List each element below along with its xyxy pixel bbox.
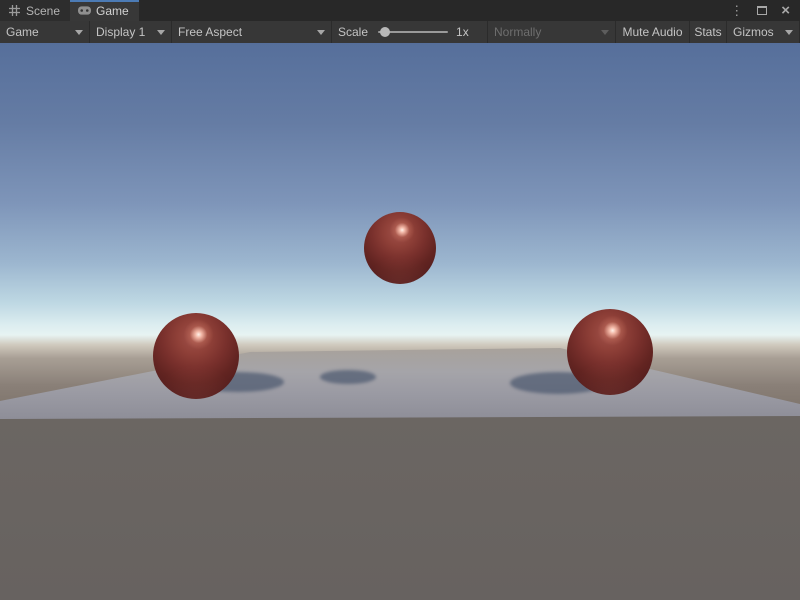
tab-scene-label: Scene: [26, 4, 60, 18]
chevron-down-icon: [317, 30, 325, 35]
tab-bar: Scene Game ⋮ ×: [0, 0, 800, 21]
tab-game-label: Game: [96, 4, 129, 18]
tab-game[interactable]: Game: [70, 0, 139, 21]
gamepad-icon: [78, 5, 91, 17]
right-sphere: [567, 309, 653, 395]
window-controls: ⋮ ×: [730, 0, 800, 21]
gizmos-dropdown[interactable]: Gizmos: [727, 21, 800, 43]
kebab-menu-icon[interactable]: ⋮: [730, 4, 743, 17]
foreground-ground: [0, 415, 800, 600]
chevron-down-icon: [601, 30, 609, 35]
mute-audio-button[interactable]: Mute Audio: [616, 21, 690, 43]
chevron-down-icon: [157, 30, 165, 35]
game-view-toolbar: Game Display 1 Free Aspect Scale 1x Norm…: [0, 21, 800, 43]
chevron-down-icon: [75, 30, 83, 35]
close-icon[interactable]: ×: [781, 3, 790, 18]
grid-icon: [8, 5, 21, 17]
scale-control: Scale 1x: [332, 21, 488, 43]
game-dropdown[interactable]: Game: [0, 21, 90, 43]
center-sphere-shadow: [320, 370, 376, 384]
center-sphere: [364, 212, 436, 284]
stats-label: Stats: [694, 25, 721, 39]
gizmos-dropdown-label: Gizmos: [733, 25, 779, 39]
maximize-icon[interactable]: [757, 6, 767, 15]
scale-slider[interactable]: [378, 31, 448, 33]
left-sphere: [153, 313, 239, 399]
scale-slider-knob[interactable]: [380, 27, 390, 37]
display-dropdown[interactable]: Display 1: [90, 21, 172, 43]
tabbar-spacer: [139, 0, 731, 21]
scale-label: Scale: [338, 25, 368, 39]
stats-button[interactable]: Stats: [690, 21, 727, 43]
game-dropdown-label: Game: [6, 25, 69, 39]
aspect-dropdown[interactable]: Free Aspect: [172, 21, 332, 43]
chevron-down-icon: [785, 30, 793, 35]
mute-audio-label: Mute Audio: [622, 25, 682, 39]
game-viewport[interactable]: [0, 43, 800, 600]
unity-game-window: Scene Game ⋮ × Game Display 1: [0, 0, 800, 600]
display-dropdown-label: Display 1: [96, 25, 151, 39]
tab-scene[interactable]: Scene: [0, 0, 70, 21]
aspect-dropdown-label: Free Aspect: [178, 25, 311, 39]
play-mode-dropdown[interactable]: Normally: [488, 21, 616, 43]
play-mode-dropdown-label: Normally: [494, 25, 595, 39]
scale-value: 1x: [456, 25, 469, 39]
